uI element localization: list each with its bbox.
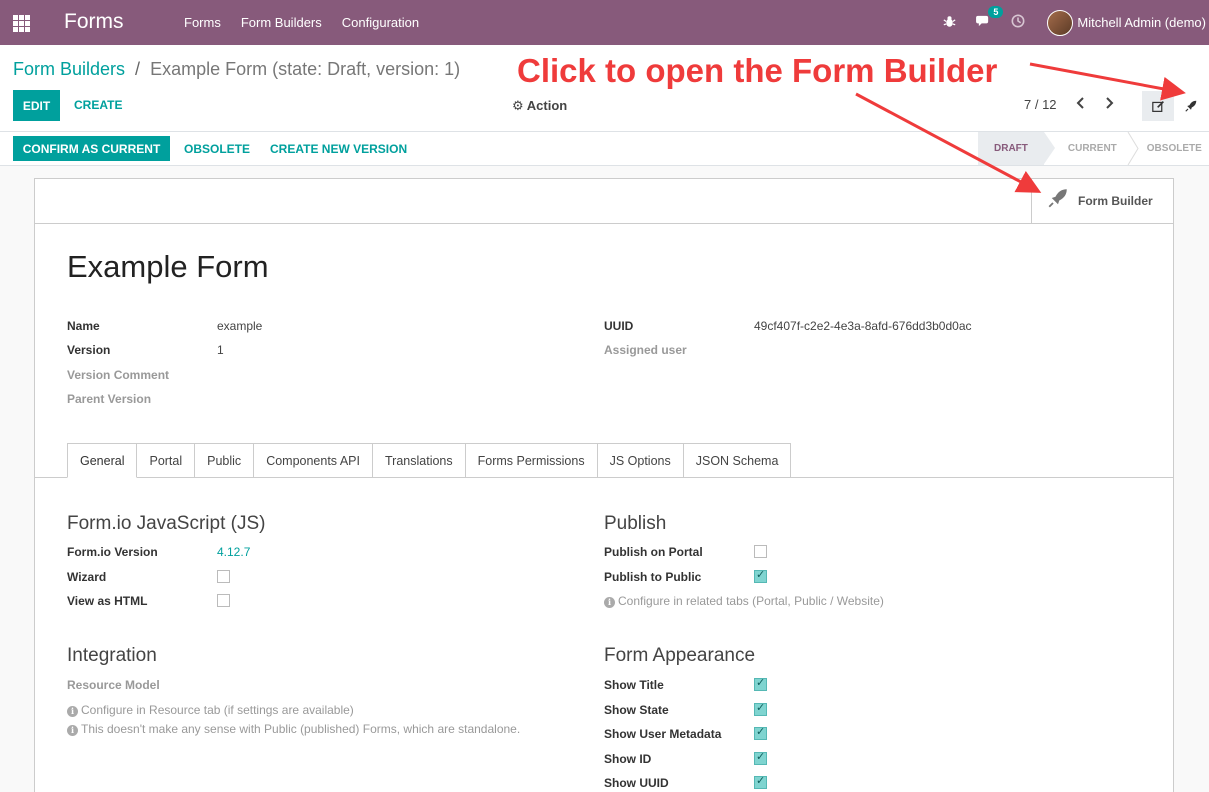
show-user-metadata-checkbox[interactable] <box>754 725 767 740</box>
tab-public[interactable]: Public <box>195 443 255 478</box>
breadcrumb-parent-link[interactable]: Form Builders <box>13 59 125 79</box>
tab-forms-permissions[interactable]: Forms Permissions <box>465 443 598 478</box>
gear-icon: ⚙ <box>512 98 524 113</box>
version-label: Version <box>67 343 111 357</box>
notebook-tabs: General Portal Public Components API Tra… <box>67 443 792 478</box>
status-steps: DRAFT CURRENT OBSOLETE <box>978 132 1209 165</box>
apps-menu-icon[interactable] <box>13 15 30 32</box>
obsolete-button[interactable]: OBSOLETE <box>184 142 250 156</box>
menu-item-forms[interactable]: Forms <box>184 15 221 30</box>
name-label: Name <box>67 319 100 333</box>
tab-portal[interactable]: Portal <box>137 443 196 478</box>
version-value: 1 <box>217 343 224 357</box>
activity-clock-icon[interactable] <box>1011 14 1025 31</box>
annotation-text: Click to open the Form Builder <box>517 52 998 89</box>
publish-portal-checkbox[interactable] <box>754 545 767 558</box>
main-menu: Forms Form Builders Configuration <box>184 15 419 30</box>
messages-badge: 5 <box>988 5 1004 18</box>
rocket-icon <box>1048 188 1068 214</box>
publish-help-text: Configure in related tabs (Portal, Publi… <box>618 594 884 608</box>
breadcrumb-current: Example Form (state: Draft, version: 1) <box>150 59 461 79</box>
action-dropdown[interactable]: ⚙ Action <box>512 98 567 114</box>
formio-version-label: Form.io Version <box>67 545 158 559</box>
status-step-draft[interactable]: DRAFT <box>978 132 1055 165</box>
assigned-user-label: Assigned user <box>604 343 687 357</box>
show-uuid-label: Show UUID <box>604 776 669 790</box>
uuid-label: UUID <box>604 319 634 333</box>
confirm-as-current-button[interactable]: CONFIRM AS CURRENT <box>13 136 170 161</box>
tab-components-api[interactable]: Components API <box>254 443 373 478</box>
tab-json-schema[interactable]: JSON Schema <box>683 443 792 478</box>
messages-icon[interactable]: 5 <box>976 5 1004 31</box>
form-sheet: Form Builder Example Form Name example V… <box>34 178 1174 792</box>
user-menu[interactable]: Mitchell Admin (demo) <box>1077 15 1206 30</box>
integration-help-2-text: This doesn't make any sense with Public … <box>81 722 521 736</box>
publish-section-title: Publish <box>604 513 667 534</box>
tab-general[interactable]: General <box>67 443 138 478</box>
status-step-current[interactable]: CURRENT <box>1044 132 1133 165</box>
info-icon: i <box>604 597 615 608</box>
integration-help-1-text: Configure in Resource tab (if settings a… <box>81 703 354 717</box>
status-header: CONFIRM AS CURRENT OBSOLETE CREATE NEW V… <box>0 132 1209 166</box>
status-step-obsolete[interactable]: OBSOLETE <box>1139 132 1209 165</box>
formbuilder-view-rocket-icon[interactable] <box>1178 91 1204 121</box>
info-icon: i <box>67 706 78 717</box>
version-comment-label: Version Comment <box>67 368 170 382</box>
menu-item-configuration[interactable]: Configuration <box>342 15 419 30</box>
form-view-switch-icon[interactable] <box>1142 91 1174 121</box>
record-title: Example Form <box>67 249 269 284</box>
show-state-checkbox[interactable] <box>754 701 767 716</box>
pager-previous-icon[interactable] <box>1076 96 1086 113</box>
publish-public-label: Publish to Public <box>604 570 702 584</box>
tab-js-options[interactable]: JS Options <box>597 443 684 478</box>
show-title-label: Show Title <box>604 678 664 692</box>
formio-section-title: Form.io JavaScript (JS) <box>67 513 266 534</box>
pager-value[interactable]: 7 / 12 <box>1024 97 1057 112</box>
show-uuid-checkbox[interactable] <box>754 774 767 789</box>
edit-button[interactable]: EDIT <box>13 90 60 121</box>
view-as-html-label: View as HTML <box>67 594 148 608</box>
show-id-label: Show ID <box>604 752 652 766</box>
publish-help: i Configure in related tabs (Portal, Publ… <box>604 594 884 608</box>
integration-section-title: Integration <box>67 645 157 666</box>
navbar-systray: 5 Mitchell Admin (demo) <box>923 0 1209 45</box>
show-state-label: Show State <box>604 703 669 717</box>
action-label: Action <box>526 98 568 113</box>
wizard-checkbox[interactable] <box>217 570 230 583</box>
pager-next-icon[interactable] <box>1104 96 1114 113</box>
menu-item-form-builders[interactable]: Form Builders <box>241 15 322 30</box>
form-builder-button-label: Form Builder <box>1078 194 1153 208</box>
view-as-html-checkbox[interactable] <box>217 594 230 607</box>
user-avatar[interactable] <box>1047 9 1074 36</box>
resource-model-label: Resource Model <box>67 678 160 692</box>
uuid-value: 49cf407f-c2e2-4e3a-8afd-676dd3b0d0ac <box>754 319 972 333</box>
publish-portal-label: Publish on Portal <box>604 545 703 559</box>
parent-version-label: Parent Version <box>67 392 152 406</box>
formio-version-link[interactable]: 4.12.7 <box>217 545 250 559</box>
top-navbar: Forms Forms Form Builders Configuration … <box>0 0 1209 45</box>
create-new-version-button[interactable]: CREATE NEW VERSION <box>270 142 407 156</box>
breadcrumb-separator: / <box>135 59 141 79</box>
publish-public-checkbox[interactable] <box>754 568 767 583</box>
show-title-checkbox[interactable] <box>754 676 767 691</box>
form-builder-smart-button[interactable]: Form Builder <box>1031 179 1173 223</box>
tab-translations[interactable]: Translations <box>373 443 466 478</box>
debug-bug-icon[interactable] <box>943 15 956 31</box>
info-icon: i <box>67 725 78 736</box>
appearance-section-title: Form Appearance <box>604 645 756 666</box>
button-box: Form Builder <box>35 179 1173 224</box>
app-brand[interactable]: Forms <box>64 10 124 34</box>
breadcrumb: Form Builders / Example Form (state: Dra… <box>13 59 460 80</box>
integration-help-2: i This doesn't make any sense with Public… <box>67 722 520 736</box>
show-user-metadata-label: Show User Metadata <box>604 727 722 741</box>
name-value: example <box>217 319 263 333</box>
show-id-checkbox[interactable] <box>754 750 767 765</box>
wizard-label: Wizard <box>67 570 107 584</box>
integration-help-1: i Configure in Resource tab (if settings … <box>67 703 354 717</box>
create-button[interactable]: CREATE <box>74 98 122 112</box>
